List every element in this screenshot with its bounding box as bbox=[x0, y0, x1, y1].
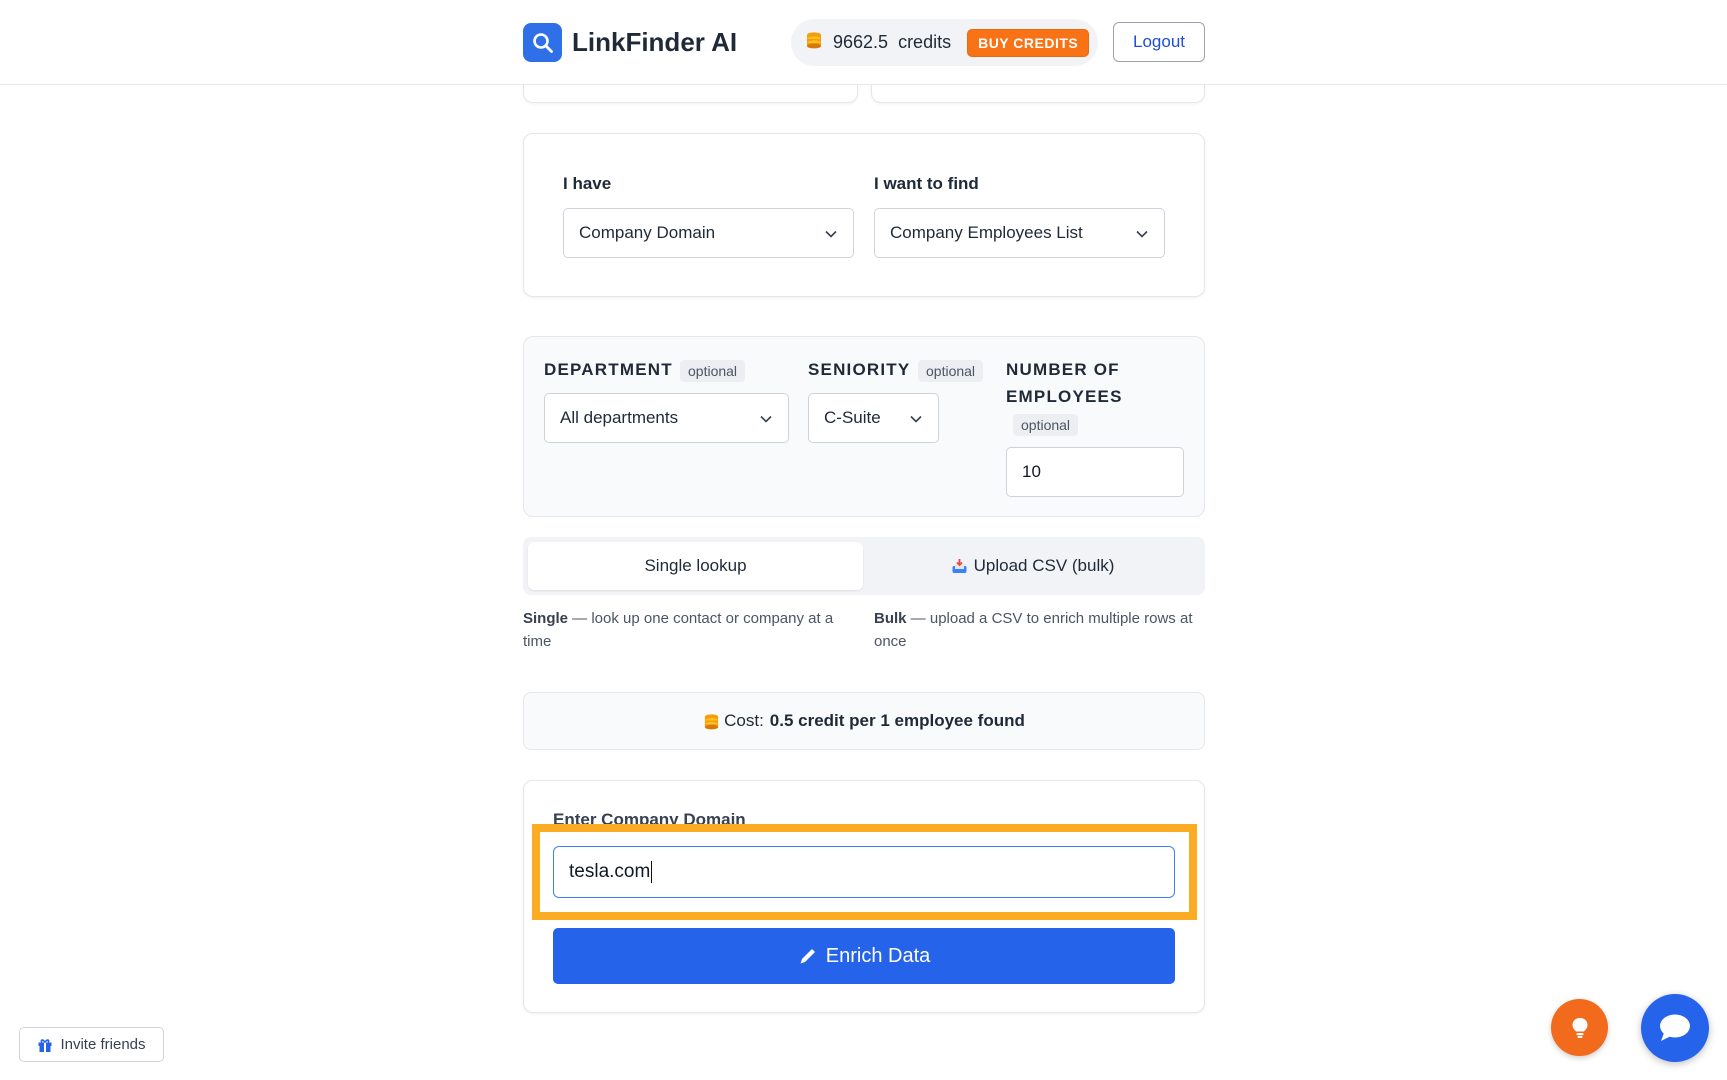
search-icon bbox=[523, 23, 562, 62]
brand[interactable]: LinkFinder AI bbox=[523, 23, 737, 62]
credits-pill: 9662.5 credits BUY CREDITS bbox=[791, 19, 1098, 66]
top-navbar: LinkFinder AI 9662.5 credits BUY CREDITS… bbox=[0, 0, 1727, 85]
tab-single-lookup[interactable]: Single lookup bbox=[528, 542, 863, 590]
chevron-down-icon bbox=[825, 230, 837, 238]
find-label: I want to find bbox=[874, 174, 979, 193]
enrich-data-label: Enrich Data bbox=[825, 944, 931, 967]
department-select[interactable]: All departments bbox=[544, 393, 789, 443]
bulk-hint: Bulk — upload a CSV to enrich multiple r… bbox=[874, 607, 1204, 653]
seniority-select[interactable]: C-Suite bbox=[808, 393, 939, 443]
invite-friends-label: Invite friends bbox=[60, 1036, 146, 1053]
find-select[interactable]: Company Employees List bbox=[874, 208, 1165, 258]
single-hint-bold: Single bbox=[523, 610, 569, 627]
seniority-optional-badge: optional bbox=[918, 360, 984, 382]
chevron-down-icon bbox=[760, 415, 772, 423]
department-label: DEPARTMENT bbox=[544, 360, 673, 379]
employees-label-line2: EMPLOYEES bbox=[1006, 387, 1123, 406]
bulk-hint-bold: Bulk bbox=[874, 610, 907, 627]
employees-optional-badge: optional bbox=[1013, 414, 1079, 436]
seniority-select-value: C-Suite bbox=[824, 408, 881, 427]
department-optional-badge: optional bbox=[680, 360, 746, 382]
invite-friends-button[interactable]: Invite friends bbox=[19, 1027, 164, 1062]
tab-upload-csv[interactable]: Upload CSV (bulk) bbox=[865, 542, 1200, 590]
buy-credits-button[interactable]: BUY CREDITS bbox=[967, 28, 1090, 57]
logout-button[interactable]: Logout bbox=[1113, 22, 1205, 62]
cost-prefix: Cost: bbox=[724, 711, 764, 730]
pencil-icon bbox=[798, 946, 818, 966]
employees-count-input[interactable]: 10 bbox=[1006, 447, 1184, 497]
inbox-tray-icon bbox=[951, 558, 968, 575]
credits-label: credits bbox=[898, 32, 952, 52]
lightbulb-icon bbox=[1569, 1016, 1591, 1040]
department-select-value: All departments bbox=[560, 408, 679, 427]
chat-button[interactable] bbox=[1641, 994, 1709, 1062]
brand-name: LinkFinder AI bbox=[572, 27, 738, 57]
tab-single-lookup-label: Single lookup bbox=[644, 556, 747, 575]
have-select-value: Company Domain bbox=[579, 223, 716, 242]
coins-icon bbox=[805, 31, 823, 54]
employees-count-value: 10 bbox=[1022, 462, 1041, 481]
chevron-down-icon bbox=[1136, 230, 1148, 238]
tab-upload-csv-label: Upload CSV (bulk) bbox=[973, 556, 1115, 575]
seniority-label: SENIORITY bbox=[808, 360, 911, 379]
text-caret bbox=[651, 861, 653, 883]
tips-button[interactable] bbox=[1551, 999, 1608, 1056]
coins-icon bbox=[703, 713, 720, 730]
find-select-value: Company Employees List bbox=[890, 223, 1083, 242]
chat-bubble-icon bbox=[1658, 1012, 1692, 1044]
domain-input-value: tesla.com bbox=[569, 861, 651, 882]
chevron-down-icon bbox=[910, 415, 922, 423]
cost-value: 0.5 credit per 1 employee found bbox=[769, 711, 1025, 730]
gift-icon bbox=[37, 1037, 53, 1053]
single-hint-text: — look up one contact or company at a ti… bbox=[523, 610, 834, 650]
cost-info: Cost: 0.5 credit per 1 employee found bbox=[523, 692, 1205, 750]
have-label: I have bbox=[563, 174, 612, 193]
credits-amount: 9662.5 bbox=[833, 32, 889, 52]
single-hint: Single — look up one contact or company … bbox=[523, 607, 853, 653]
enrich-data-button[interactable]: Enrich Data bbox=[553, 928, 1175, 984]
employees-label-line1: NUMBER OF bbox=[1006, 360, 1120, 379]
bulk-hint-text: — upload a CSV to enrich multiple rows a… bbox=[874, 610, 1193, 650]
have-select[interactable]: Company Domain bbox=[563, 208, 854, 258]
domain-input[interactable]: tesla.com bbox=[553, 846, 1175, 898]
lookup-mode-toggle: Single lookup Upload CSV (bulk) bbox=[523, 537, 1205, 595]
